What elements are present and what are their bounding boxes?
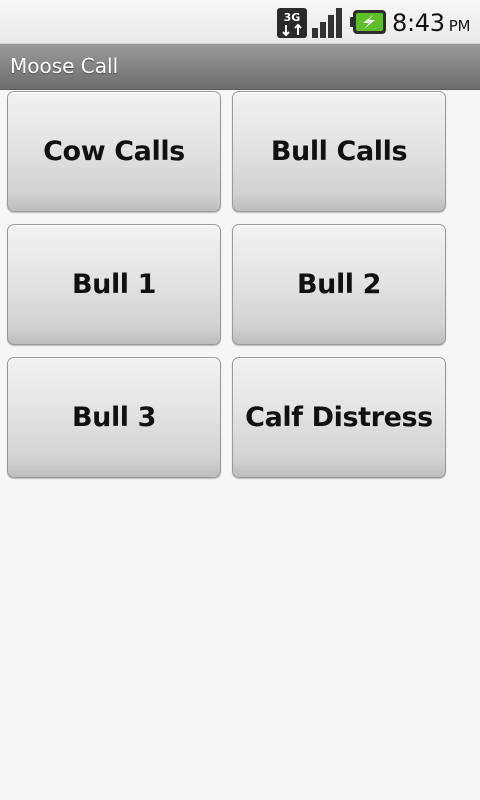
bull-calls-button[interactable]: Bull Calls (232, 91, 446, 212)
button-label: Bull 2 (296, 269, 382, 300)
calf-distress-button[interactable]: Calf Distress (232, 357, 446, 478)
button-label: Calf Distress (245, 402, 433, 433)
bull-2-button[interactable]: Bull 2 (232, 224, 446, 345)
button-label: Cow Calls (43, 136, 185, 167)
cow-calls-button[interactable]: Cow Calls (7, 91, 221, 212)
bull-1-button[interactable]: Bull 1 (7, 224, 221, 345)
call-button-grid: Cow Calls Bull Calls Bull 1 Bull 2 Bull … (0, 0, 480, 800)
button-label: Bull 1 (71, 269, 157, 300)
bull-3-button[interactable]: Bull 3 (7, 357, 221, 478)
button-label: Bull Calls (270, 136, 408, 167)
button-label: Bull 3 (71, 402, 157, 433)
